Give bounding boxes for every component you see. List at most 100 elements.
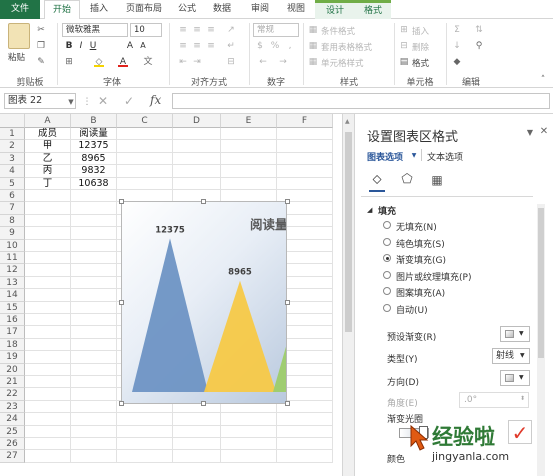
row-header-23[interactable]: 23 (0, 400, 25, 414)
delete-cells-button[interactable]: 删除 (412, 41, 429, 53)
merge-cells-icon[interactable]: ⊟ (226, 57, 236, 67)
fill-down-icon[interactable]: ↓ (452, 41, 462, 51)
cell-B7[interactable] (71, 202, 117, 215)
pane-scroll-thumb[interactable] (538, 208, 544, 358)
cell-B3[interactable]: 8965 (71, 152, 117, 166)
chart-bar-乙[interactable] (204, 280, 276, 392)
row-header-10[interactable]: 10 (0, 239, 25, 252)
cell-D4[interactable] (173, 165, 221, 178)
cell-D25[interactable] (173, 425, 221, 438)
insert-function-icon[interactable]: fx (150, 93, 161, 107)
cell-B11[interactable] (71, 252, 117, 265)
cell-A2[interactable]: 甲 (25, 140, 71, 153)
cell-B15[interactable] (71, 301, 117, 314)
comma-icon[interactable]: , (285, 41, 295, 51)
cell-B13[interactable] (71, 276, 117, 290)
cell-F25[interactable] (277, 425, 333, 438)
cell-B16[interactable] (71, 314, 117, 327)
cell-A3[interactable]: 乙 (25, 152, 71, 166)
fill-option-radio[interactable] (383, 303, 391, 312)
cell-B20[interactable] (71, 363, 117, 376)
pane-options-icon[interactable]: ▼ (525, 128, 535, 138)
align-bottom-icon[interactable]: ≡ (206, 25, 216, 35)
tab-formulas[interactable]: 公式 (172, 0, 202, 19)
underline-icon[interactable]: U (88, 41, 98, 51)
cell-A7[interactable] (25, 202, 71, 215)
font-size-select[interactable]: 10 (130, 23, 162, 37)
scroll-up-icon[interactable]: ▲ (345, 118, 350, 125)
fill-option-label[interactable]: 纯色填充(S) (396, 237, 445, 250)
column-header-c[interactable]: C (117, 114, 173, 128)
cell-F24[interactable] (277, 413, 333, 426)
row-header-17[interactable]: 17 (0, 326, 25, 339)
cell-B8[interactable] (71, 214, 117, 228)
tab-page-layout[interactable]: 页面布局 (118, 0, 170, 19)
cell-A14[interactable] (25, 289, 71, 302)
cell-A19[interactable] (25, 351, 71, 364)
cell-E5[interactable] (221, 177, 277, 190)
decrease-decimal-icon[interactable]: → (278, 57, 288, 67)
data-label-乙[interactable]: 8965 (228, 268, 252, 278)
cell-B23[interactable] (71, 400, 117, 414)
cell-C24[interactable] (117, 413, 173, 426)
decrease-indent-icon[interactable]: ⇤ (178, 57, 188, 67)
tab-file[interactable]: 文件 (0, 0, 40, 19)
cell-D27[interactable] (173, 450, 221, 463)
cell-B10[interactable] (71, 239, 117, 252)
column-header-b[interactable]: B (71, 114, 117, 128)
cell-E3[interactable] (221, 152, 277, 166)
cell-A5[interactable]: 丁 (25, 177, 71, 190)
cell-C1[interactable] (117, 128, 173, 141)
column-header-e[interactable]: E (221, 114, 277, 128)
resize-handle[interactable] (285, 300, 290, 305)
cell-C27[interactable] (117, 450, 173, 463)
row-header-19[interactable]: 19 (0, 351, 25, 364)
cell-B1[interactable]: 阅读量 (71, 128, 117, 141)
wrap-text-icon[interactable]: ↵ (226, 41, 236, 51)
row-header-7[interactable]: 7 (0, 202, 25, 215)
sort-filter-icon[interactable]: ⇅ (474, 25, 484, 35)
increase-decimal-icon[interactable]: ← (258, 57, 268, 67)
resize-handle[interactable] (119, 300, 124, 305)
italic-icon[interactable]: I (76, 41, 86, 51)
gradient-angle-spinner[interactable]: .0° ⬍ (459, 392, 529, 408)
row-header-18[interactable]: 18 (0, 338, 25, 352)
cell-C26[interactable] (117, 438, 173, 451)
column-header-a[interactable]: A (25, 114, 71, 128)
cell-F26[interactable] (277, 438, 333, 451)
conditional-format-button[interactable]: 条件格式 (321, 25, 355, 37)
confirm-entry-icon[interactable]: ✓ (124, 95, 134, 107)
row-header-3[interactable]: 3 (0, 152, 25, 166)
row-header-6[interactable]: 6 (0, 190, 25, 203)
row-header-5[interactable]: 5 (0, 177, 25, 190)
cell-B18[interactable] (71, 338, 117, 352)
fill-option-radio[interactable] (383, 221, 391, 229)
cell-A22[interactable] (25, 388, 71, 401)
paste-label[interactable]: 粘贴 (8, 51, 25, 63)
vertical-scrollbar[interactable]: ▲ (342, 114, 354, 476)
tab-format[interactable]: 格式 (355, 3, 391, 19)
cell-E25[interactable] (221, 425, 277, 438)
chart-bar-甲[interactable] (132, 238, 208, 392)
section-expand-icon[interactable]: ◢ (367, 206, 372, 214)
tab-home[interactable]: 开始 (44, 0, 80, 20)
cell-B17[interactable] (71, 326, 117, 339)
fill-option-label[interactable]: 自动(U) (396, 303, 428, 316)
row-header-15[interactable]: 15 (0, 301, 25, 314)
cell-B14[interactable] (71, 289, 117, 302)
resize-handle[interactable] (119, 199, 124, 204)
tab-view[interactable]: 视图 (280, 0, 312, 19)
cell-A17[interactable] (25, 326, 71, 339)
copy-icon[interactable]: ❐ (36, 41, 46, 51)
cell-D3[interactable] (173, 152, 221, 166)
chart-plot[interactable]: 1237589659832 (122, 202, 287, 404)
effects-icon[interactable]: ⬠ (399, 172, 415, 188)
border-icon[interactable]: ⊞ (64, 57, 74, 67)
increase-indent-icon[interactable]: ⇥ (192, 57, 202, 67)
row-header-9[interactable]: 9 (0, 227, 25, 240)
format-painter-icon[interactable]: ✎ (36, 57, 46, 67)
autosum-icon[interactable]: Σ (452, 25, 462, 35)
tab-insert[interactable]: 插入 (82, 0, 116, 19)
cell-C2[interactable] (117, 140, 173, 153)
row-header-26[interactable]: 26 (0, 438, 25, 451)
